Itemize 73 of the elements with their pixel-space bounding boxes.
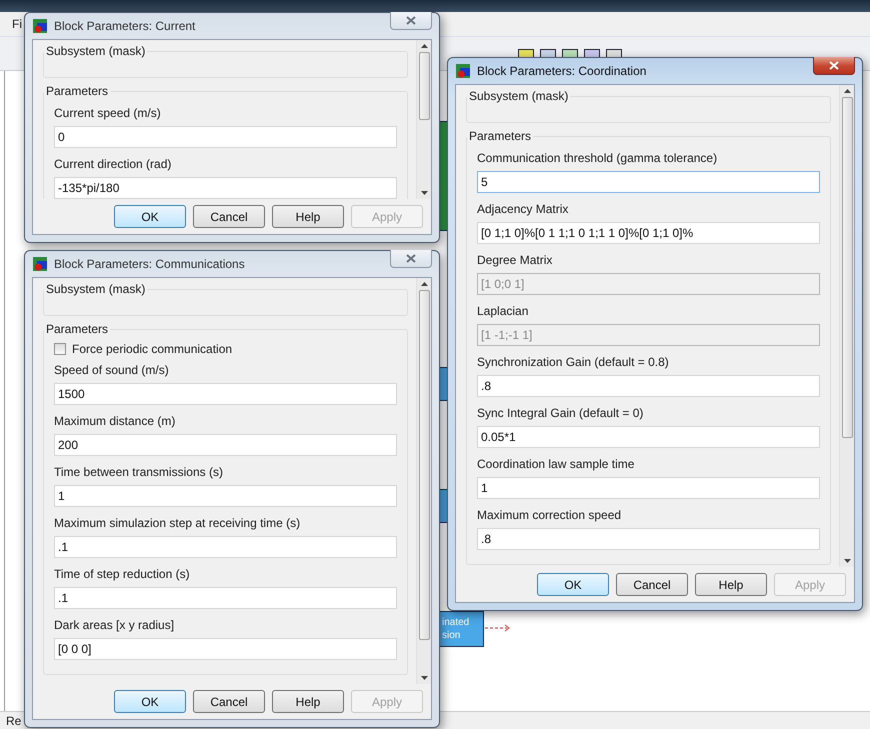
signal-arrow <box>485 624 511 632</box>
field-label: Maximum correction speed <box>477 507 622 523</box>
input-field[interactable]: 200 <box>54 434 397 456</box>
window-title: Block Parameters: Current <box>54 19 196 33</box>
dialog-button[interactable]: Cancel <box>616 573 688 596</box>
close-icon <box>406 16 416 25</box>
dialog-button[interactable]: OK <box>114 690 186 713</box>
scroll-down-icon[interactable] <box>420 676 428 680</box>
scroll-up-icon[interactable] <box>420 44 428 48</box>
group-title: Parameters <box>45 84 110 98</box>
close-button[interactable] <box>813 57 855 75</box>
field-label: Current speed (m/s) <box>54 105 162 121</box>
field-label: Adjacency Matrix <box>477 201 570 217</box>
app-icon <box>455 63 471 79</box>
group-title: Parameters <box>45 322 110 336</box>
field-label: Laplacian <box>477 303 530 319</box>
dialog-button[interactable]: Cancel <box>193 690 265 713</box>
field-label: Time between transmissions (s) <box>54 464 224 480</box>
input-field[interactable]: -135*pi/180 <box>54 177 397 199</box>
scroll-down-icon[interactable] <box>844 559 850 563</box>
input-field[interactable]: .8 <box>477 375 820 397</box>
field-label: Time of step reduction (s) <box>54 566 191 582</box>
input-field[interactable]: 1500 <box>54 383 397 405</box>
close-button[interactable] <box>390 250 432 268</box>
checkbox-label: Force periodic communication <box>72 342 232 356</box>
close-button[interactable] <box>390 12 432 30</box>
input-field[interactable]: 5 <box>477 171 820 193</box>
field-label: Speed of sound (m/s) <box>54 362 170 378</box>
close-icon <box>829 61 839 70</box>
dialog-button[interactable]: Help <box>695 573 767 596</box>
field-label: Synchronization Gain (default = 0.8) <box>477 354 670 370</box>
app-icon <box>32 18 48 34</box>
input-field[interactable]: 1 <box>54 485 397 507</box>
checkbox[interactable] <box>54 343 66 355</box>
input-field[interactable]: .8 <box>477 528 820 550</box>
input-field[interactable]: [0 0 0] <box>54 638 397 660</box>
dialog-button[interactable]: OK <box>114 205 186 228</box>
scrollbar[interactable] <box>416 40 431 199</box>
input-field[interactable]: [0 1;1 0]%[0 1 1;1 0 1;1 1 0]%[0 1;1 0]% <box>477 222 820 244</box>
group-title: Parameters <box>468 129 532 143</box>
field-label: Degree Matrix <box>477 252 554 268</box>
block-label: sion <box>442 629 462 642</box>
menu-item[interactable]: Fi <box>12 17 22 31</box>
scrollbar[interactable] <box>839 85 854 567</box>
input-field[interactable]: 0 <box>54 126 397 148</box>
field-label: Sync Integral Gain (default = 0) <box>477 405 644 421</box>
dialog-button[interactable]: Help <box>272 690 344 713</box>
field-label: Maximum distance (m) <box>54 413 176 429</box>
window-title: Block Parameters: Coordination <box>477 64 648 78</box>
group-title: Subsystem (mask) <box>45 282 146 296</box>
dialog-button[interactable]: Cancel <box>193 205 265 228</box>
status-text: Re <box>6 714 22 728</box>
scroll-up-icon[interactable] <box>420 282 428 286</box>
input-field[interactable]: 1 <box>477 477 820 499</box>
close-icon <box>406 254 416 263</box>
field-label: Maximum simulazion step at receiving time (s) <box>54 515 302 531</box>
scroll-up-icon[interactable] <box>844 89 850 93</box>
field-label: Dark areas [x y radius] <box>54 617 176 633</box>
input-field[interactable]: .1 <box>54 536 397 558</box>
dialog-button[interactable]: OK <box>537 573 609 596</box>
scroll-down-icon[interactable] <box>420 191 428 195</box>
input-field[interactable]: 0.05*1 <box>477 426 820 448</box>
block-label: inated <box>442 616 470 629</box>
input-field[interactable]: .1 <box>54 587 397 609</box>
app-icon <box>32 256 48 272</box>
field-label: Communication threshold (gamma tolerance) <box>477 150 718 166</box>
dialog-button[interactable]: Help <box>272 205 344 228</box>
field-label: Current direction (rad) <box>54 156 172 172</box>
scrollbar[interactable] <box>416 278 431 684</box>
group-title: Subsystem (mask) <box>468 89 570 103</box>
group-title: Subsystem (mask) <box>45 44 146 58</box>
field-label: Coordination law sample time <box>477 456 636 472</box>
window-title: Block Parameters: Communications <box>54 257 246 271</box>
